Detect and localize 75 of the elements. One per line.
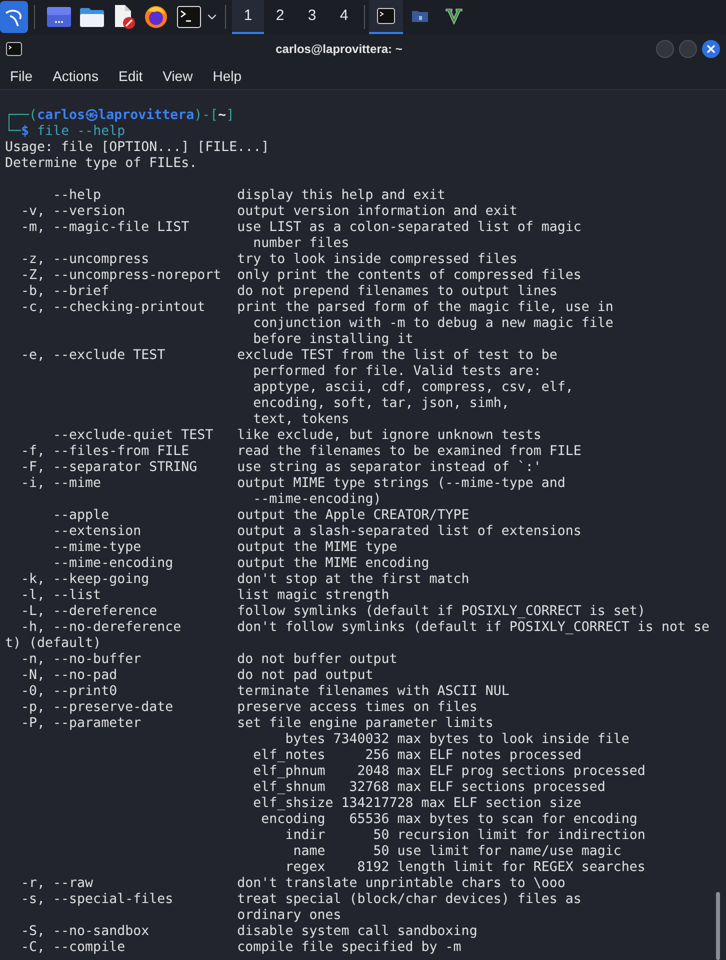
output-line: name 50 use limit for name/use magic <box>292 844 622 860</box>
menu-item[interactable]: File <box>10 66 33 87</box>
output-line: bytes 7340032 max bytes to look inside file <box>284 732 630 748</box>
browser-icon[interactable] <box>144 5 168 29</box>
folder-icon[interactable] <box>80 7 104 27</box>
output-line: elf_notes 256 max ELF notes processed <box>252 748 582 764</box>
terminal-icon <box>377 8 395 24</box>
output-line: -0, --print0 terminate filenames with ASCII NUL <box>20 684 510 700</box>
workspace-tab[interactable]: 2 <box>264 0 296 34</box>
output-line: elf_shsize 134217728 max ELF section size <box>252 796 582 812</box>
output-line: -S, --no-sandbox disable system call sandboxing <box>20 924 478 940</box>
output-line: conjunction with -m to debug a new magic file <box>252 316 614 332</box>
output-line: number files <box>252 236 350 252</box>
output-line: -r, --raw don't translate unprintable chars to \ooo <box>20 876 566 892</box>
output-line: --mime-type output the MIME type <box>52 540 398 556</box>
output-line: -Z, --uncompress-noreport only print the contents of compressed files <box>20 268 582 284</box>
output-line: -C, --compile compile file specified by -m <box>20 940 462 956</box>
terminal-icon[interactable] <box>177 6 201 28</box>
output-line: t) (default) <box>5 636 102 652</box>
output-line: encoding 65536 max bytes to scan for encoding <box>260 812 638 828</box>
output-line: elf_phnum 2048 max ELF prog sections processed <box>252 764 646 780</box>
menu-item[interactable]: View <box>162 66 193 87</box>
workspace-tab[interactable]: 4 <box>328 0 360 34</box>
output-line: indir 50 recursion limit for indirection <box>284 828 646 844</box>
output-line: -F, --separator STRING use string as separator instead of `:' <box>20 460 542 476</box>
prompt-line: ┌──(carlos㉿laprovittera)-[~] <box>5 108 234 123</box>
output-line: apptype, ascii, cdf, compress, csv, elf, <box>252 380 574 396</box>
menu-item[interactable]: Edit <box>118 66 143 87</box>
output-line: -N, --no-pad do not pad output <box>20 668 374 684</box>
menu-item[interactable]: Help <box>212 66 242 87</box>
close-icon <box>705 43 717 55</box>
output-line: --apple output the Apple CREATOR/TYPE <box>52 508 470 524</box>
output-line: performed for file. Valid tests are: <box>252 364 542 380</box>
output-line: -b, --brief do not prepend filenames to output lines <box>20 284 558 300</box>
output-line: -p, --preserve-date preserve access times on files <box>20 700 478 716</box>
output-line: elf_shnum 32768 max ELF sections processed <box>252 780 606 796</box>
output-line: regex 8192 length limit for REGEX searches <box>284 860 646 876</box>
workspace-tab[interactable]: 1 <box>232 0 264 34</box>
output-line: --mime-encoding output the MIME encoding <box>52 556 430 572</box>
output-line: -h, --no-dereference don't follow symlinks (default if POSIXLY_CORRECT is not se <box>20 620 710 636</box>
close-button[interactable] <box>702 40 720 58</box>
output-line: --extension output a slash-separated list of extensions <box>52 524 582 540</box>
output-line: -s, --special-files treat special (block/char devices) files as <box>20 892 582 908</box>
document-edit-icon[interactable] <box>113 5 135 29</box>
output-line: -z, --uncompress try to look inside compressed files <box>20 252 518 268</box>
output-line: -c, --checking-printout print the parsed form of the magic file, use in <box>20 300 614 316</box>
output-line: -v, --version output version information and exit <box>20 204 518 220</box>
output-line: Usage: file [OPTION...] [FILE...] <box>5 140 270 156</box>
kali-logo[interactable] <box>0 1 28 33</box>
vim-icon <box>445 7 463 25</box>
output-line: -l, --list list magic strength <box>20 588 390 604</box>
terminal-icon <box>6 42 22 56</box>
output-line: text, tokens <box>252 412 350 428</box>
output-line: Determine type of FILEs. <box>5 156 198 172</box>
output-line: -e, --exclude TEST exclude TEST from the list of test to be <box>20 348 558 364</box>
output-line: --exclude-quiet TEST like exclude, but ignore unknown tests <box>52 428 542 444</box>
workspace-tab[interactable]: 3 <box>296 0 328 34</box>
folder-icon <box>412 10 428 22</box>
output-line: ordinary ones <box>236 908 342 924</box>
output-line: -i, --mime output MIME type strings (--mime-type and <box>20 476 566 492</box>
output-line: before installing it <box>252 332 414 348</box>
menu-item[interactable]: Actions <box>52 66 98 87</box>
output-line: -P, --parameter set file engine parameter limits <box>20 716 494 732</box>
output-line: -k, --keep-going don't stop at the first match <box>20 572 470 588</box>
output-line: --help display this help and exit <box>52 188 446 204</box>
output-line: -n, --no-buffer do not buffer output <box>20 652 398 668</box>
window-button[interactable] <box>369 0 403 34</box>
output-line: -f, --files-from FILE read the filenames to be examined from FILE <box>20 444 582 460</box>
output-line: -m, --magic-file LIST use LIST as a colon-separated list of magic <box>20 220 582 236</box>
window-title: carlos@laprovittera: ~ <box>274 41 404 58</box>
command-line: └─$ file --help <box>5 124 126 140</box>
output-line: encoding, soft, tar, json, simh, <box>252 396 510 412</box>
output-line: --mime-encoding) <box>252 492 382 508</box>
output-line: -L, --dereference follow symlinks (default if POSIXLY_CORRECT is set) <box>20 604 646 620</box>
scrollbar[interactable] <box>716 892 720 960</box>
